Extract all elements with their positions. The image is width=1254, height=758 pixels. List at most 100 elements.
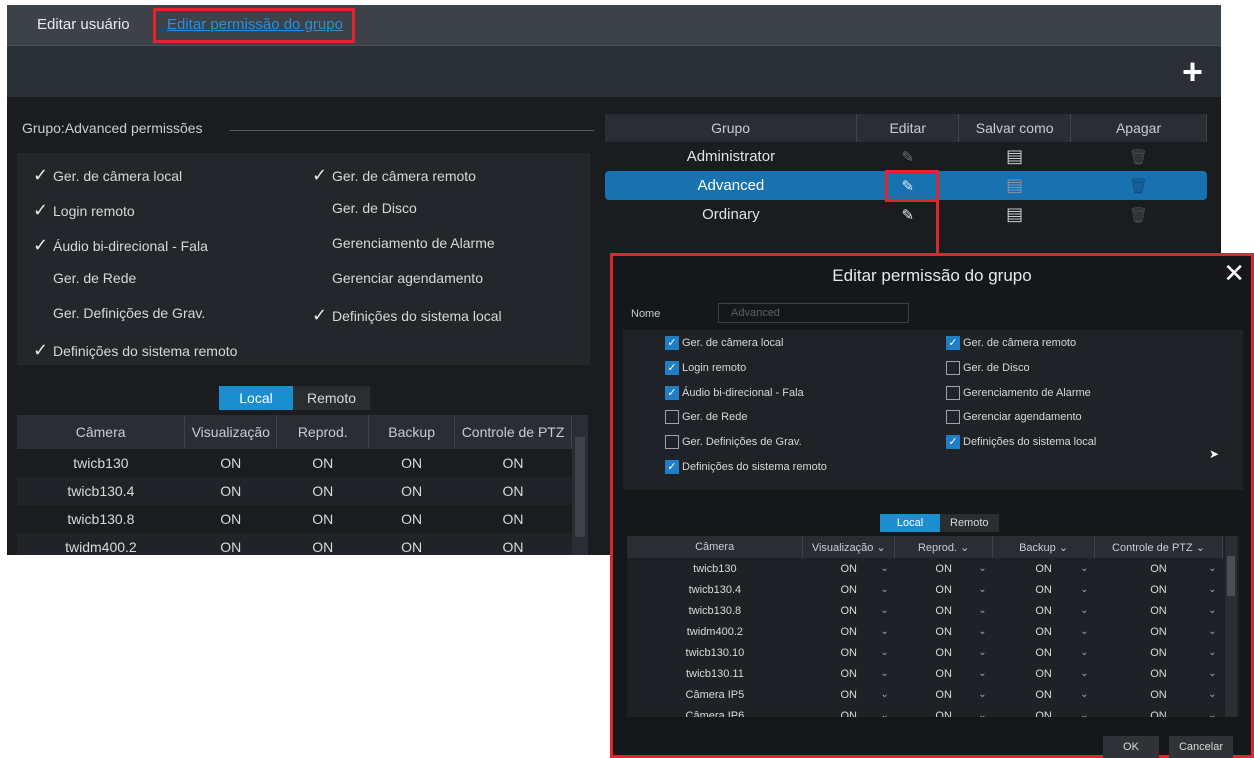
dialog-column-header-playback[interactable]: Reprod. ⌄ (894, 536, 994, 558)
permission-select[interactable]: ON ⌄ (895, 558, 993, 579)
permission-select[interactable]: ON ⌄ (1095, 558, 1223, 579)
save-as-floppy-icon[interactable]: ▤ (1006, 204, 1023, 224)
permission-select[interactable]: ON ⌄ (803, 579, 895, 600)
checkbox[interactable] (946, 410, 960, 425)
checkbox[interactable]: ✓ (665, 360, 679, 375)
dialog-column-header-ptz[interactable]: Controle de PTZ ⌄ (1094, 536, 1223, 558)
permission-select[interactable]: ON ⌄ (993, 621, 1095, 642)
scrollbar-thumb[interactable] (575, 437, 585, 537)
permission-select[interactable]: ON ⌄ (993, 600, 1095, 621)
dialog-permission-item[interactable]: ✓ Ger. de câmera remoto (946, 336, 1076, 350)
permission-select[interactable]: ON ⌄ (993, 663, 1095, 684)
dialog-table-row[interactable]: twicb130 ON ⌄ ON ⌄ ON ⌄ ON ⌄ (627, 558, 1223, 579)
edit-pencil-icon[interactable]: ✎ (901, 149, 914, 166)
edit-pencil-icon[interactable]: ✎ (901, 207, 914, 224)
checkbox[interactable] (665, 435, 679, 450)
permission-select[interactable]: ON ⌄ (993, 684, 1095, 705)
checkbox[interactable]: ✓ (946, 336, 960, 350)
permission-select[interactable]: ON ⌄ (1095, 684, 1223, 705)
permission-select-value: ON (935, 709, 952, 718)
dialog-permission-item[interactable]: ✓ Ger. de câmera local (665, 336, 784, 350)
cancel-button[interactable]: Cancelar (1169, 736, 1233, 758)
permission-select[interactable]: ON ⌄ (895, 684, 993, 705)
checkbox[interactable] (665, 410, 679, 425)
permission-select-value: ON (935, 604, 952, 617)
permission-select[interactable]: ON ⌄ (895, 600, 993, 621)
permission-select[interactable]: ON ⌄ (803, 705, 895, 718)
dialog-permission-item[interactable]: ✓ Login remoto (665, 360, 746, 375)
permission-select[interactable]: ON ⌄ (803, 558, 895, 579)
permission-select[interactable]: ON ⌄ (993, 579, 1095, 600)
ok-button[interactable]: OK (1103, 736, 1159, 758)
checkbox[interactable]: ✓ (665, 336, 679, 350)
permission-select[interactable]: ON ⌄ (895, 621, 993, 642)
dialog-scrollbar-thumb[interactable] (1227, 556, 1235, 596)
dialog-permission-item[interactable]: ✓ Áudio bi-direcional - Fala (665, 385, 804, 400)
tab-remote[interactable]: Remoto (293, 386, 370, 410)
permission-select[interactable]: ON ⌄ (895, 579, 993, 600)
permission-select[interactable]: ON ⌄ (1095, 642, 1223, 663)
dialog-permission-item[interactable]: Gerenciamento de Alarme (946, 385, 1091, 400)
tab-local[interactable]: Local (219, 386, 293, 410)
delete-trash-icon[interactable]: 🗑 (1129, 178, 1148, 195)
dialog-permission-item[interactable]: ✓ Definições do sistema remoto (665, 460, 827, 474)
permission-select[interactable]: ON ⌄ (993, 705, 1095, 718)
dialog-table-row[interactable]: Câmera IP5 ON ⌄ ON ⌄ ON ⌄ ON ⌄ (627, 684, 1223, 705)
permission-select[interactable]: ON ⌄ (1095, 621, 1223, 642)
permission-select[interactable]: ON ⌄ (803, 600, 895, 621)
chevron-down-icon: ⌄ (1208, 625, 1217, 637)
edit-group-permission-dialog: Editar permissão do grupo ✕ Nome Advance… (610, 253, 1254, 758)
permission-select[interactable]: ON ⌄ (803, 684, 895, 705)
dialog-column-header-backup[interactable]: Backup ⌄ (992, 536, 1096, 558)
checkbox[interactable] (946, 360, 960, 375)
dialog-column-header-view[interactable]: Visualização ⌄ (802, 536, 896, 558)
checkbox[interactable] (946, 385, 960, 400)
checkbox[interactable]: ✓ (946, 435, 960, 450)
permission-select[interactable]: ON ⌄ (895, 705, 993, 718)
table-row[interactable]: twicb130.4 ON ON ON ON (17, 477, 572, 505)
group-row[interactable]: Ordinary ✎ ▤ 🗑 (605, 200, 1207, 229)
permission-select[interactable]: ON ⌄ (803, 663, 895, 684)
permission-label: Ger. de Rede (53, 270, 137, 286)
permission-select[interactable]: ON ⌄ (803, 621, 895, 642)
save-as-floppy-icon[interactable]: ▤ (1006, 146, 1023, 166)
dialog-tab-remote[interactable]: Remoto (940, 514, 999, 532)
dialog-permission-item[interactable]: Ger. de Rede (665, 410, 747, 425)
dialog-table-row[interactable]: twicb130.4 ON ⌄ ON ⌄ ON ⌄ ON ⌄ (627, 579, 1223, 600)
add-group-icon[interactable]: + (1182, 54, 1203, 90)
permission-select[interactable]: ON ⌄ (1095, 663, 1223, 684)
checkbox[interactable]: ✓ (665, 385, 679, 400)
dialog-tab-local[interactable]: Local (880, 514, 940, 532)
permission-select[interactable]: ON ⌄ (1095, 600, 1223, 621)
delete-trash-icon[interactable]: 🗑 (1129, 149, 1148, 166)
dialog-table-row[interactable]: twicb130.8 ON ⌄ ON ⌄ ON ⌄ ON ⌄ (627, 600, 1223, 621)
group-row[interactable]: Administrator ✎ ▤ 🗑 (605, 142, 1207, 171)
dialog-table-row[interactable]: twicb130.10 ON ⌄ ON ⌄ ON ⌄ ON ⌄ (627, 642, 1223, 663)
table-row[interactable]: twicb130 ON ON ON ON (17, 449, 572, 477)
dialog-permission-item[interactable]: Ger. Definições de Grav. (665, 435, 802, 450)
name-field[interactable]: Advanced (718, 303, 909, 323)
permission-select[interactable]: ON ⌄ (993, 642, 1095, 663)
permission-select[interactable]: ON ⌄ (1095, 705, 1223, 718)
tab-edit-user[interactable]: Editar usuário (37, 16, 130, 33)
permission-select[interactable]: ON ⌄ (1095, 579, 1223, 600)
permission-item: Ger. de Disco (312, 200, 417, 216)
permission-select[interactable]: ON ⌄ (993, 558, 1095, 579)
dialog-permission-item[interactable]: Gerenciar agendamento (946, 410, 1082, 425)
permission-select[interactable]: ON ⌄ (803, 642, 895, 663)
dialog-permission-item[interactable]: Ger. de Disco (946, 360, 1030, 375)
table-scrollbar[interactable] (572, 415, 588, 555)
dialog-table-row[interactable]: twidm400.2 ON ⌄ ON ⌄ ON ⌄ ON ⌄ (627, 621, 1223, 642)
dialog-table-scrollbar[interactable] (1225, 536, 1237, 717)
table-row[interactable]: twidm400.2 ON ON ON ON (17, 533, 572, 555)
checkbox[interactable]: ✓ (665, 460, 679, 474)
delete-trash-icon[interactable]: 🗑 (1129, 207, 1148, 224)
permission-select[interactable]: ON ⌄ (895, 642, 993, 663)
close-icon[interactable]: ✕ (1223, 258, 1245, 289)
dialog-permission-item[interactable]: ✓ Definições do sistema local (946, 435, 1096, 450)
permission-select[interactable]: ON ⌄ (895, 663, 993, 684)
dialog-table-row[interactable]: twicb130.11 ON ⌄ ON ⌄ ON ⌄ ON ⌄ (627, 663, 1223, 684)
dialog-table-row[interactable]: Câmera IP6 ON ⌄ ON ⌄ ON ⌄ ON ⌄ (627, 705, 1223, 718)
table-row[interactable]: twicb130.8 ON ON ON ON (17, 505, 572, 533)
save-as-floppy-icon[interactable]: ▤ (1006, 175, 1023, 195)
